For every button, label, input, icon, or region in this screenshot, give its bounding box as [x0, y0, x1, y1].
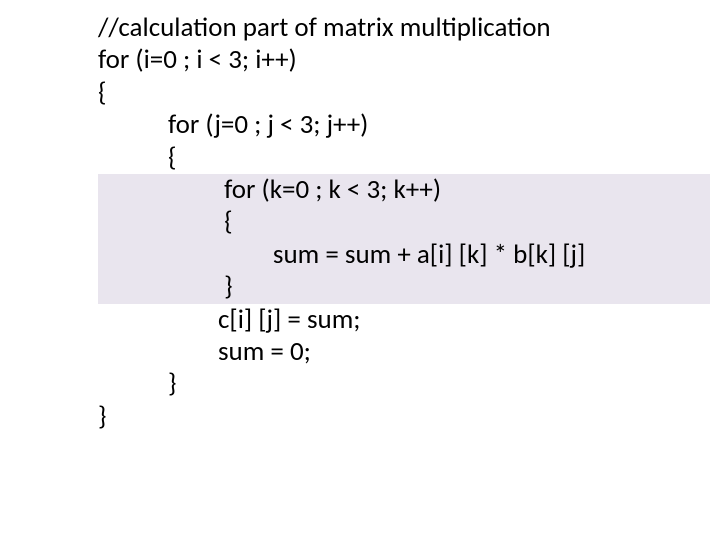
code-line-for-i: for (i=0 ; i < 3; i++): [98, 44, 720, 76]
highlighted-block: for (k=0 ; k < 3; k++) { sum = sum + a[i…: [98, 174, 710, 304]
code-line-brace-close-1: }: [98, 401, 720, 433]
code-line-brace-open-2: {: [98, 142, 720, 174]
code-line-for-k: for (k=0 ; k < 3; k++): [98, 174, 704, 206]
code-line-brace-close-3: }: [98, 271, 704, 303]
code-snippet: //calculation part of matrix multiplicat…: [0, 0, 720, 433]
code-line-brace-open-3: {: [98, 206, 704, 238]
code-line-sum-calc: sum = sum + a[i] [k] * b[k] [j]: [98, 239, 704, 271]
code-line-comment: //calculation part of matrix multiplicat…: [98, 12, 720, 44]
code-line-brace-close-2: }: [98, 368, 720, 400]
code-line-assign-c: c[i] [j] = sum;: [98, 304, 720, 336]
code-line-for-j: for (j=0 ; j < 3; j++): [98, 109, 720, 141]
code-line-sum-reset: sum = 0;: [98, 336, 720, 368]
code-line-brace-open-1: {: [98, 77, 720, 109]
